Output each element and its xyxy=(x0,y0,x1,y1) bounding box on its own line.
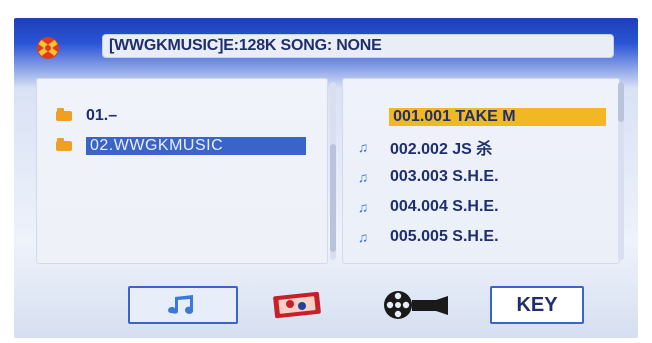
song-label: 005.005 S.H.E. xyxy=(390,228,499,245)
song-list-panel: ♫ 001.001 TAKE M ♫ 002.002 JS 杀 ♫ 003.00… xyxy=(342,78,620,264)
tab-music[interactable] xyxy=(128,286,238,324)
folder-item[interactable]: 01.– xyxy=(56,106,318,126)
music-note-icon: ♫ xyxy=(357,169,369,185)
folder-label: 02.WWGKMUSIC xyxy=(86,137,306,155)
scrollbar-thumb[interactable] xyxy=(618,82,624,122)
music-note-icon xyxy=(168,295,193,314)
song-label: 004.004 S.H.E. xyxy=(390,198,499,215)
music-note-icon: ♫ xyxy=(357,229,369,245)
disc-icon xyxy=(37,37,59,59)
song-item[interactable]: ♫ 005.005 S.H.E. xyxy=(350,226,606,248)
film-reel-icon xyxy=(384,291,448,319)
tab-photo[interactable] xyxy=(264,286,332,324)
folder-icon xyxy=(56,108,72,121)
song-scrollbar[interactable] xyxy=(618,82,624,260)
folder-label: 01.– xyxy=(86,107,118,124)
song-label: 003.003 S.H.E. xyxy=(390,168,499,185)
music-note-icon: ♫ xyxy=(357,199,369,215)
status-text: [WWGKMUSIC]E:128K SONG: NONE xyxy=(102,34,614,58)
folder-item[interactable]: 02.WWGKMUSIC xyxy=(56,136,318,156)
scrollbar-thumb[interactable] xyxy=(330,144,336,252)
music-note-icon: ♫ xyxy=(357,139,369,155)
song-label: 002.002 JS 杀 xyxy=(390,141,493,158)
folder-scrollbar[interactable] xyxy=(330,82,336,260)
song-item[interactable]: ♫ 004.004 S.H.E. xyxy=(350,196,606,218)
song-item[interactable]: ♫ 003.003 S.H.E. xyxy=(350,166,606,188)
song-label: 001.001 TAKE M xyxy=(389,108,606,126)
song-item[interactable]: ♫ 002.002 JS 杀 xyxy=(350,136,606,158)
photo-icon xyxy=(273,291,321,319)
status-bar: [WWGKMUSIC]E:128K SONG: NONE xyxy=(37,34,614,62)
folder-list-panel: 01.– 02.WWGKMUSIC xyxy=(36,78,328,264)
folder-icon xyxy=(56,138,72,151)
tab-movie[interactable] xyxy=(376,286,454,324)
tv-frame: [WWGKMUSIC]E:128K SONG: NONE 01.– 02.WWG… xyxy=(0,0,652,343)
key-button[interactable]: KEY xyxy=(490,286,584,324)
song-item[interactable]: ♫ 001.001 TAKE M xyxy=(350,106,606,128)
